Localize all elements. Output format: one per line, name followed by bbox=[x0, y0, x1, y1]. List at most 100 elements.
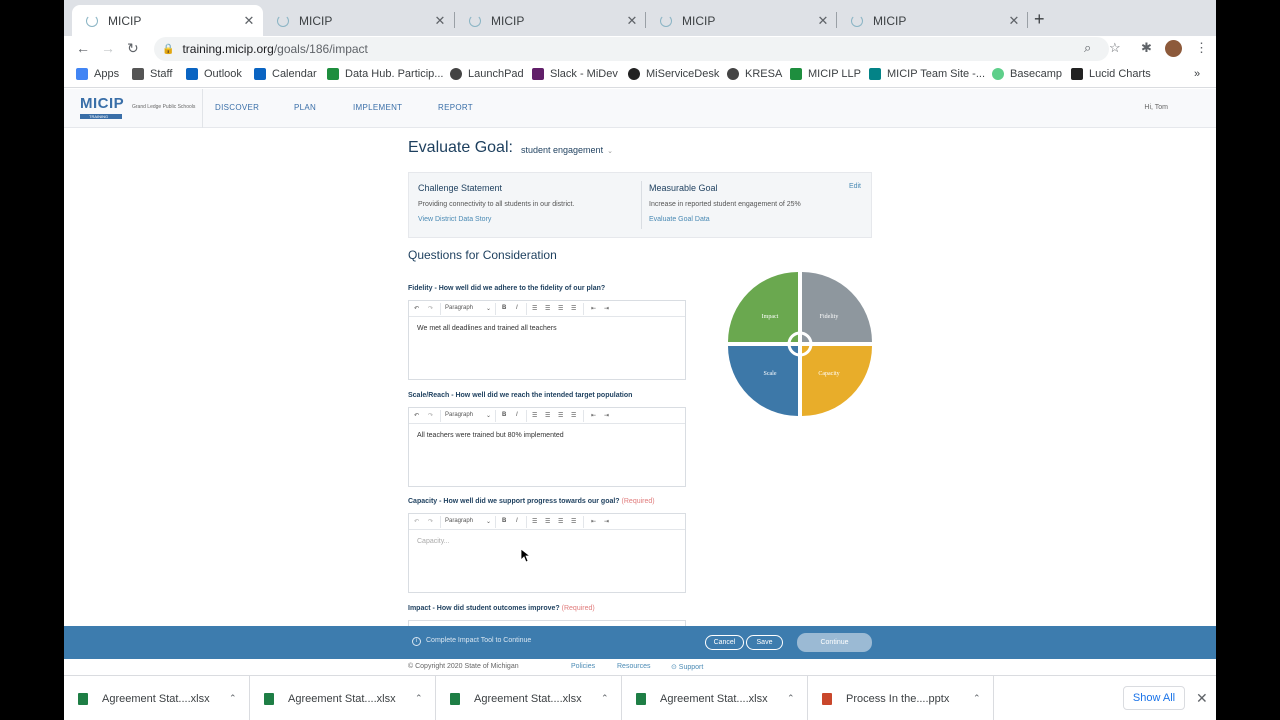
italic-icon[interactable]: I bbox=[516, 305, 518, 311]
redo-icon[interactable]: ↷ bbox=[428, 305, 433, 312]
address-bar[interactable]: 🔒 training.micip.org/goals/186/impact bbox=[154, 37, 1109, 61]
chevron-up-icon[interactable]: ⌃ bbox=[787, 693, 807, 704]
view-data-story-link[interactable]: View District Data Story bbox=[418, 216, 491, 223]
editor-fidelity[interactable]: ↶ ↷ Paragraph ⌄ B I ☰ ☰ ☰ ☰ ⇤ ⇥ We met all dead… bbox=[408, 300, 686, 380]
bookmark-slack[interactable]: Slack - MiDev bbox=[532, 68, 618, 80]
align-center-icon[interactable]: ☰ bbox=[545, 412, 550, 419]
bookmark-star-icon[interactable]: ☆ bbox=[1109, 40, 1121, 56]
wheel-capacity[interactable] bbox=[802, 346, 872, 416]
resources-link[interactable]: Resources bbox=[617, 663, 650, 670]
editor-capacity[interactable]: ↶ ↷ Paragraph ⌄ B I ☰ ☰ ☰ ☰ ⇤ ⇥ Capacity... bbox=[408, 513, 686, 593]
bookmark-launchpad[interactable]: LaunchPad bbox=[450, 68, 524, 80]
menu-kebab-icon[interactable]: ⋮ bbox=[1195, 40, 1208, 56]
bookmark-apps[interactable]: Apps bbox=[76, 68, 119, 80]
undo-icon[interactable]: ↶ bbox=[414, 518, 419, 525]
redo-icon[interactable]: ↷ bbox=[428, 412, 433, 419]
nav-discover[interactable]: DISCOVER bbox=[215, 103, 259, 112]
bookmark-basecamp[interactable]: Basecamp bbox=[992, 68, 1062, 80]
bookmark-data-hub[interactable]: Data Hub. Particip... bbox=[327, 68, 443, 80]
tab-2[interactable]: MICIP ✕ bbox=[263, 5, 454, 36]
italic-icon[interactable]: I bbox=[516, 518, 518, 524]
undo-icon[interactable]: ↶ bbox=[414, 305, 419, 312]
goal-select[interactable]: student engagement ⌄ bbox=[521, 145, 613, 155]
indent-icon[interactable]: ⇥ bbox=[604, 518, 609, 525]
align-justify-icon[interactable]: ☰ bbox=[571, 305, 576, 312]
align-left-icon[interactable]: ☰ bbox=[532, 305, 537, 312]
align-center-icon[interactable]: ☰ bbox=[545, 518, 550, 525]
profile-avatar[interactable] bbox=[1165, 40, 1182, 57]
download-item[interactable]: Agreement Stat....xlsx ⌃ bbox=[250, 676, 436, 720]
bookmark-micip-llp[interactable]: MICIP LLP bbox=[790, 68, 861, 80]
close-tab-icon[interactable]: ✕ bbox=[432, 13, 448, 29]
wheel-fidelity[interactable] bbox=[802, 272, 872, 342]
close-icon[interactable]: ✕ bbox=[1196, 690, 1208, 707]
continue-button[interactable]: Continue bbox=[797, 633, 872, 652]
tab-1[interactable]: MICIP ✕ bbox=[72, 5, 263, 36]
close-tab-icon[interactable]: ✕ bbox=[624, 13, 640, 29]
italic-icon[interactable]: I bbox=[516, 412, 518, 418]
align-left-icon[interactable]: ☰ bbox=[532, 412, 537, 419]
align-justify-icon[interactable]: ☰ bbox=[571, 518, 576, 525]
download-item[interactable]: Agreement Stat....xlsx ⌃ bbox=[64, 676, 250, 720]
redo-icon[interactable]: ↷ bbox=[428, 518, 433, 525]
editor-placeholder[interactable]: Capacity... bbox=[409, 530, 685, 553]
close-tab-icon[interactable]: ✕ bbox=[1006, 13, 1022, 29]
editor-body[interactable]: All teachers were trained but 80% implem… bbox=[409, 424, 685, 447]
align-left-icon[interactable]: ☰ bbox=[532, 518, 537, 525]
align-center-icon[interactable]: ☰ bbox=[545, 305, 550, 312]
back-icon[interactable]: ← bbox=[76, 40, 90, 56]
format-select[interactable]: Paragraph bbox=[445, 305, 473, 311]
download-item[interactable]: Agreement Stat....xlsx ⌃ bbox=[436, 676, 622, 720]
close-tab-icon[interactable]: ✕ bbox=[241, 13, 257, 29]
outdent-icon[interactable]: ⇤ bbox=[591, 305, 596, 312]
nav-report[interactable]: REPORT bbox=[438, 103, 473, 112]
download-item[interactable]: Process In the....pptx ⌃ bbox=[808, 676, 994, 720]
bold-icon[interactable]: B bbox=[502, 518, 506, 524]
chevron-up-icon[interactable]: ⌃ bbox=[601, 693, 621, 704]
policies-link[interactable]: Policies bbox=[571, 663, 595, 670]
new-tab-icon[interactable]: + bbox=[1034, 9, 1045, 30]
undo-icon[interactable]: ↶ bbox=[414, 412, 419, 419]
user-greeting[interactable]: Hi, Tom bbox=[1144, 104, 1168, 111]
download-item[interactable]: Agreement Stat....xlsx ⌃ bbox=[622, 676, 808, 720]
editor-body[interactable]: We met all deadlines and trained all tea… bbox=[409, 317, 685, 340]
save-button[interactable]: Save bbox=[746, 635, 783, 650]
bookmark-kresa[interactable]: KRESA bbox=[727, 68, 782, 80]
chevron-up-icon[interactable]: ⌃ bbox=[415, 693, 435, 704]
bold-icon[interactable]: B bbox=[502, 412, 506, 418]
close-tab-icon[interactable]: ✕ bbox=[815, 13, 831, 29]
indent-icon[interactable]: ⇥ bbox=[604, 305, 609, 312]
indent-icon[interactable]: ⇥ bbox=[604, 412, 609, 419]
cancel-button[interactable]: Cancel bbox=[705, 635, 744, 650]
nav-implement[interactable]: IMPLEMENT bbox=[353, 103, 402, 112]
show-all-button[interactable]: Show All bbox=[1123, 686, 1185, 710]
evaluate-goal-data-link[interactable]: Evaluate Goal Data bbox=[649, 216, 710, 223]
chevron-up-icon[interactable]: ⌃ bbox=[973, 693, 993, 704]
outdent-icon[interactable]: ⇤ bbox=[591, 412, 596, 419]
nav-plan[interactable]: PLAN bbox=[294, 103, 316, 112]
bookmark-staff[interactable]: Staff bbox=[132, 68, 172, 80]
edit-link[interactable]: Edit bbox=[849, 183, 861, 190]
wheel-impact[interactable] bbox=[728, 272, 798, 342]
bookmarks-overflow-icon[interactable]: » bbox=[1194, 68, 1200, 80]
outdent-icon[interactable]: ⇤ bbox=[591, 518, 596, 525]
bold-icon[interactable]: B bbox=[502, 305, 506, 311]
support-link[interactable]: ⊙ Support bbox=[671, 663, 703, 671]
bookmark-lucid-charts[interactable]: Lucid Charts bbox=[1071, 68, 1151, 80]
format-select[interactable]: Paragraph bbox=[445, 518, 473, 524]
align-right-icon[interactable]: ☰ bbox=[558, 412, 563, 419]
format-select[interactable]: Paragraph bbox=[445, 412, 473, 418]
align-right-icon[interactable]: ☰ bbox=[558, 305, 563, 312]
tab-3[interactable]: MICIP ✕ bbox=[455, 5, 646, 36]
bookmark-outlook[interactable]: Outlook bbox=[186, 68, 242, 80]
chevron-up-icon[interactable]: ⌃ bbox=[229, 693, 249, 704]
tab-4[interactable]: MICIP ✕ bbox=[646, 5, 837, 36]
bookmark-micip-team-site[interactable]: MICIP Team Site -... bbox=[869, 68, 985, 80]
micip-logo[interactable]: MICIP TRAINING Grand Ledge Public School… bbox=[80, 95, 204, 123]
bookmark-miservicedesk[interactable]: MiServiceDesk bbox=[628, 68, 719, 80]
editor-scale[interactable]: ↶ ↷ Paragraph ⌄ B I ☰ ☰ ☰ ☰ ⇤ ⇥ All teachers we… bbox=[408, 407, 686, 487]
align-right-icon[interactable]: ☰ bbox=[558, 518, 563, 525]
zoom-search-icon[interactable]: ⌕ bbox=[1084, 40, 1091, 56]
bookmark-calendar[interactable]: Calendar bbox=[254, 68, 317, 80]
wheel-scale[interactable] bbox=[728, 346, 798, 416]
